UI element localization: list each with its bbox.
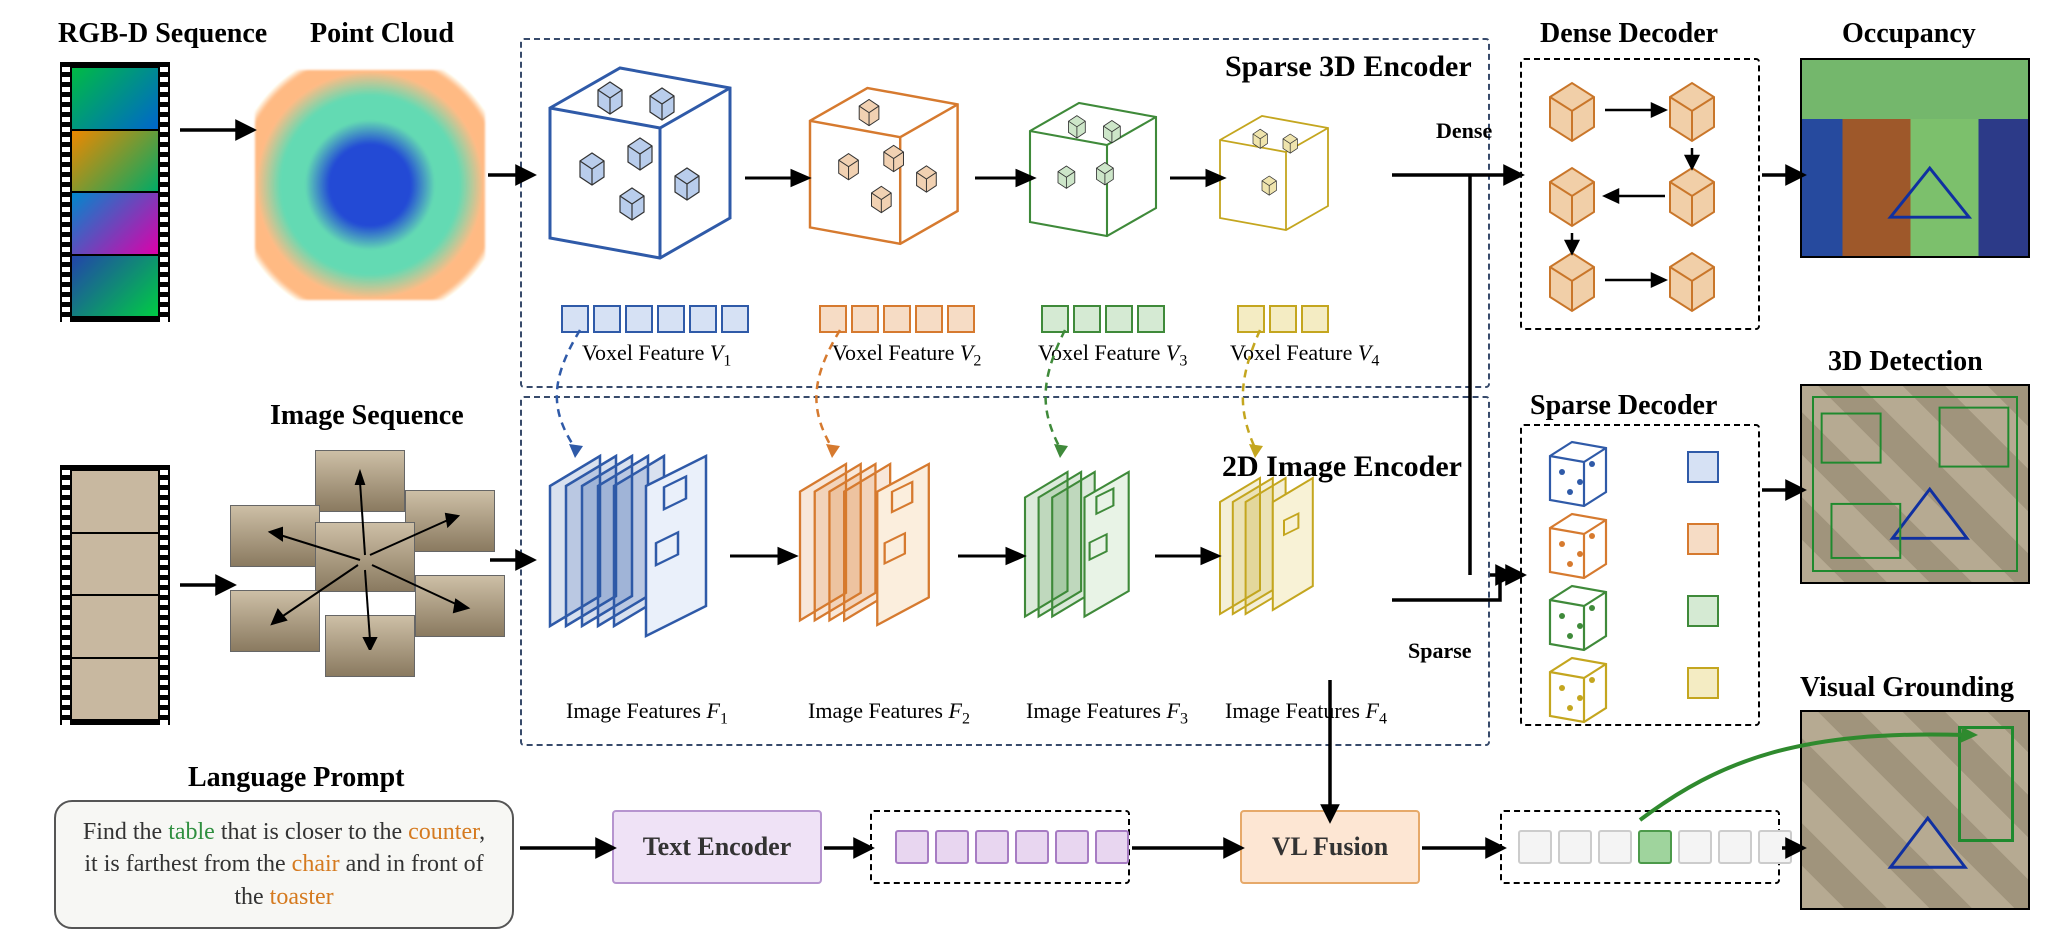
lang-word-counter: counter (408, 819, 479, 845)
image-features-f4-label: Image Features F4 (1225, 698, 1387, 728)
sparse-decoder-box (1520, 424, 1760, 726)
image-filmstrip (60, 465, 170, 725)
sparse-decoder-label: Sparse Decoder (1530, 390, 1717, 422)
lang-word-toaster: toaster (270, 884, 334, 910)
dense-decoder-box (1520, 58, 1760, 330)
dense-path-label: Dense (1436, 118, 1492, 144)
voxel-feature-v4-label: Voxel Feature V4 (1230, 340, 1379, 370)
pointcloud-visual (255, 70, 485, 300)
pointcloud-label: Point Cloud (310, 18, 454, 50)
lang-word-chair: chair (292, 851, 340, 877)
image-sequence-label: Image Sequence (270, 400, 464, 432)
3d-detection-output (1800, 384, 2030, 584)
lang-word-table: table (168, 819, 215, 845)
3d-detection-label: 3D Detection (1828, 346, 1983, 378)
image-features-f1-label: Image Features F1 (566, 698, 728, 728)
sparse-3d-encoder-box (520, 38, 1490, 388)
occupancy-output (1800, 58, 2030, 258)
dense-decoder-label: Dense Decoder (1540, 18, 1718, 50)
rgbd-filmstrip (60, 62, 170, 322)
visual-grounding-output (1800, 710, 2030, 910)
2d-image-encoder-box (520, 396, 1490, 746)
text-encoder-module: Text Encoder (612, 810, 822, 884)
text-tokens (895, 830, 1129, 864)
occupancy-label: Occupancy (1842, 18, 1976, 50)
language-prompt-box: Find the table that is closer to the cou… (54, 800, 514, 929)
image-features-f2-label: Image Features F2 (808, 698, 970, 728)
voxel-feature-v2-label: Voxel Feature V2 (832, 340, 981, 370)
vl-fusion-module: VL Fusion (1240, 810, 1420, 884)
fused-tokens (1518, 830, 1792, 864)
voxel-feature-v1-label: Voxel Feature V1 (582, 340, 731, 370)
voxel-feature-v3-label: Voxel Feature V3 (1038, 340, 1187, 370)
image-features-f3-label: Image Features F3 (1026, 698, 1188, 728)
sparse-path-label: Sparse (1408, 638, 1472, 664)
lang-text-1: Find the (83, 819, 168, 845)
lang-text-2: that is closer to the (215, 819, 408, 845)
visual-grounding-label: Visual Grounding (1800, 672, 2014, 704)
language-prompt-label: Language Prompt (188, 762, 405, 794)
rgbd-sequence-label: RGB-D Sequence (58, 18, 267, 50)
image-sequence-fan (230, 450, 490, 650)
